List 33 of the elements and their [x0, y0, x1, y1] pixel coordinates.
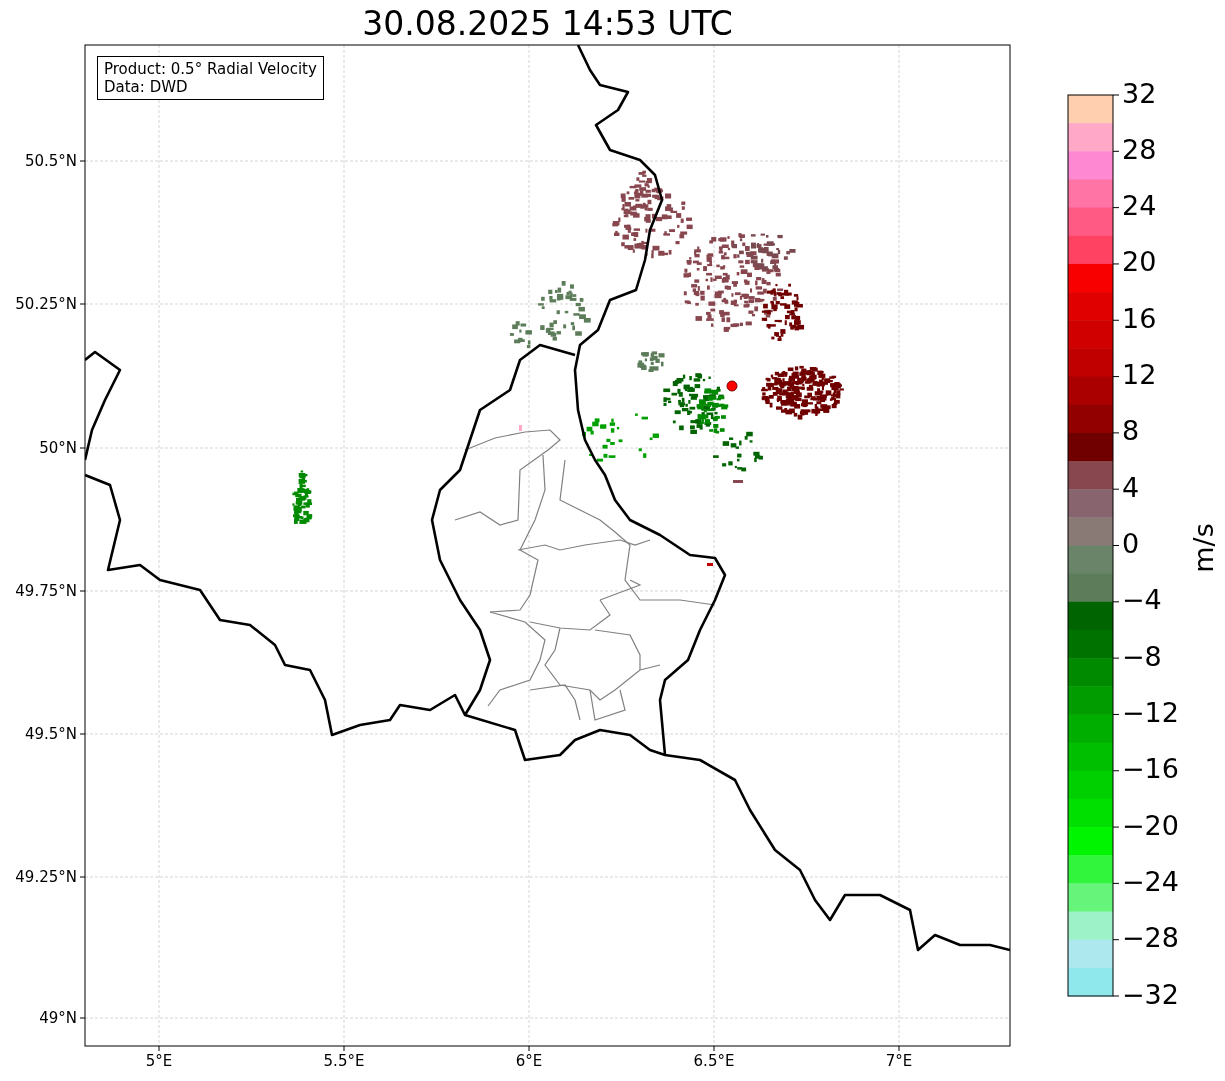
axis-tick-label: 6°E	[515, 1051, 543, 1070]
colorbar-tick-label: −12	[1122, 696, 1179, 728]
colorbar-tick-label: −4	[1122, 584, 1162, 616]
axis-tick-label: 49°N	[39, 1008, 77, 1027]
info-text: Data: DWD	[104, 78, 189, 96]
chart-title: 30.08.2025 14:53 UTC	[361, 3, 734, 45]
axis-tick-label: 50°N	[39, 438, 77, 457]
colorbar-tick-label: −16	[1122, 753, 1179, 785]
axis-tick-label: 49.75°N	[15, 581, 77, 600]
axis-tick-label: 50.25°N	[15, 294, 77, 313]
axis-tick-label: 49.25°N	[15, 867, 77, 886]
colorbar-label: m/s	[1187, 523, 1219, 573]
colorbar-tick-label: 24	[1122, 190, 1157, 222]
colorbar-tick-label: 4	[1122, 471, 1140, 503]
colorbar-tick-label: −24	[1122, 865, 1179, 897]
colorbar-tick-label: −8	[1122, 640, 1162, 672]
axis-tick-label: 49.5°N	[24, 724, 77, 743]
colorbar-tick-label: 28	[1122, 133, 1157, 165]
axis-tick-label: 7°E	[885, 1051, 913, 1070]
colorbar-tick-label: 20	[1122, 246, 1157, 278]
colorbar-tick-label: 8	[1122, 415, 1140, 447]
info-text: Product: 0.5° Radial Velocity	[104, 60, 317, 78]
axis-tick-label: 6.5°E	[693, 1051, 735, 1070]
colorbar-tick-label: 16	[1122, 302, 1157, 334]
colorbar-tick-label: −32	[1122, 978, 1179, 1010]
axis-tick-label: 5°E	[145, 1051, 173, 1070]
colorbar-tick-label: 12	[1122, 359, 1157, 391]
axis-tick-label: 5.5°E	[323, 1051, 365, 1070]
colorbar-tick-label: 0	[1122, 528, 1140, 559]
axis-tick-label: 50.5°N	[24, 151, 77, 170]
colorbar-tick-label: 32	[1122, 77, 1157, 109]
colorbar-tick-label: −28	[1122, 922, 1179, 954]
colorbar-tick-label: −20	[1122, 809, 1179, 841]
